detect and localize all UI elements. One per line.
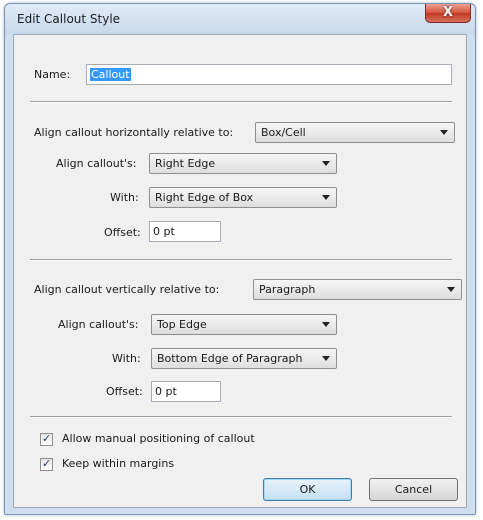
close-icon: X	[442, 5, 454, 20]
vertical-offset-input[interactable]: 0 pt	[151, 381, 221, 402]
chevron-down-icon	[322, 322, 330, 327]
chevron-down-icon	[322, 195, 330, 200]
separator-top	[30, 101, 452, 103]
horizontal-with-label: With:	[110, 191, 139, 204]
vertical-align-select[interactable]: Top Edge	[151, 314, 337, 335]
vertical-relative-value: Paragraph	[259, 283, 316, 296]
horizontal-offset-input[interactable]: 0 pt	[149, 221, 221, 242]
vertical-relative-select[interactable]: Paragraph	[253, 279, 462, 300]
horizontal-with-select[interactable]: Right Edge of Box	[149, 187, 337, 208]
keep-within-margins-label[interactable]: Keep within margins	[62, 457, 174, 471]
horizontal-offset-value: 0 pt	[153, 225, 175, 238]
vertical-align-value: Top Edge	[157, 318, 207, 331]
chevron-down-icon	[447, 287, 455, 292]
horizontal-relative-value: Box/Cell	[261, 126, 306, 139]
vertical-with-value: Bottom Edge of Paragraph	[157, 352, 303, 365]
name-value: Callout	[90, 68, 131, 81]
allow-manual-label[interactable]: Allow manual positioning of callout	[62, 432, 255, 446]
separator-bottom	[30, 416, 452, 418]
cancel-button[interactable]: Cancel	[369, 478, 458, 501]
separator-middle	[30, 259, 452, 261]
name-label: Name:	[34, 68, 71, 81]
vertical-with-select[interactable]: Bottom Edge of Paragraph	[151, 348, 337, 369]
horizontal-align-label: Align callout's:	[56, 157, 137, 170]
horizontal-align-value: Right Edge	[155, 157, 216, 170]
horizontal-offset-label: Offset:	[104, 226, 141, 239]
name-input[interactable]: Callout	[86, 64, 452, 85]
dialog-body: Name: Callout Align callout horizontally…	[13, 34, 467, 508]
chevron-down-icon	[322, 356, 330, 361]
vertical-align-label: Align callout's:	[58, 318, 139, 331]
allow-manual-checkbox[interactable]: ✓	[40, 432, 53, 446]
horizontal-relative-select[interactable]: Box/Cell	[255, 122, 455, 143]
edit-callout-style-dialog: Edit Callout Style X Name: Callout Align…	[4, 3, 476, 515]
checkmark-icon: ✓	[42, 457, 52, 470]
chevron-down-icon	[440, 130, 448, 135]
close-button[interactable]: X	[425, 4, 471, 23]
vertical-offset-label: Offset:	[106, 385, 143, 398]
horizontal-align-select[interactable]: Right Edge	[149, 153, 337, 174]
title-bar[interactable]: Edit Callout Style X	[5, 4, 475, 34]
vertical-with-label: With:	[112, 352, 141, 365]
checkmark-icon: ✓	[42, 432, 52, 445]
vertical-relative-label: Align callout vertically relative to:	[34, 283, 220, 296]
keep-within-margins-checkbox[interactable]: ✓	[40, 457, 53, 471]
horizontal-with-value: Right Edge of Box	[155, 191, 254, 204]
dialog-title: Edit Callout Style	[17, 12, 121, 26]
horizontal-relative-label: Align callout horizontally relative to:	[34, 126, 234, 139]
chevron-down-icon	[322, 161, 330, 166]
vertical-offset-value: 0 pt	[155, 385, 177, 398]
ok-button[interactable]: OK	[263, 478, 352, 501]
